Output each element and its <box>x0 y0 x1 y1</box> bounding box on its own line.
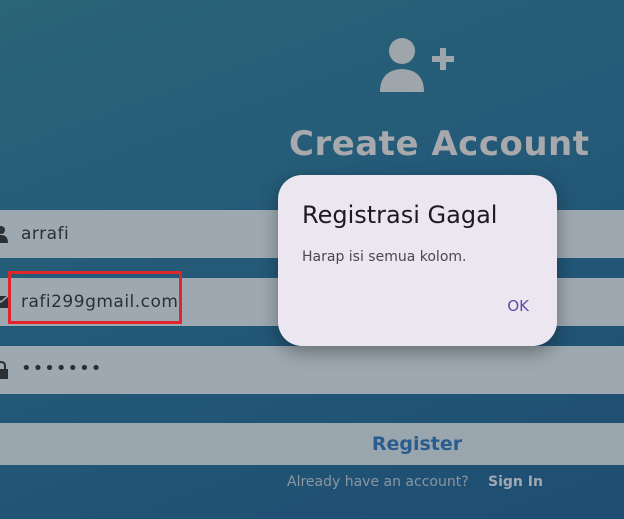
ok-button[interactable]: OK <box>507 297 529 315</box>
page-title: Create Account <box>289 124 590 164</box>
dialog-title: Registrasi Gagal <box>302 201 498 229</box>
password-value: ••••••• <box>21 358 103 379</box>
password-field[interactable]: ••••••• <box>0 346 624 394</box>
email-error-highlight <box>8 271 182 324</box>
name-value: arrafi <box>21 224 70 244</box>
already-account-text: Already have an account? <box>287 474 469 490</box>
lock-icon <box>0 361 8 379</box>
sign-in-link[interactable]: Sign In <box>488 474 543 490</box>
person-add-icon <box>380 38 454 92</box>
person-icon <box>0 226 8 243</box>
error-dialog: Registrasi Gagal Harap isi semua kolom. … <box>278 175 557 346</box>
dialog-message: Harap isi semua kolom. <box>302 249 467 265</box>
register-button[interactable]: Register <box>0 423 624 465</box>
email-icon <box>0 295 8 308</box>
register-label: Register <box>371 433 463 455</box>
